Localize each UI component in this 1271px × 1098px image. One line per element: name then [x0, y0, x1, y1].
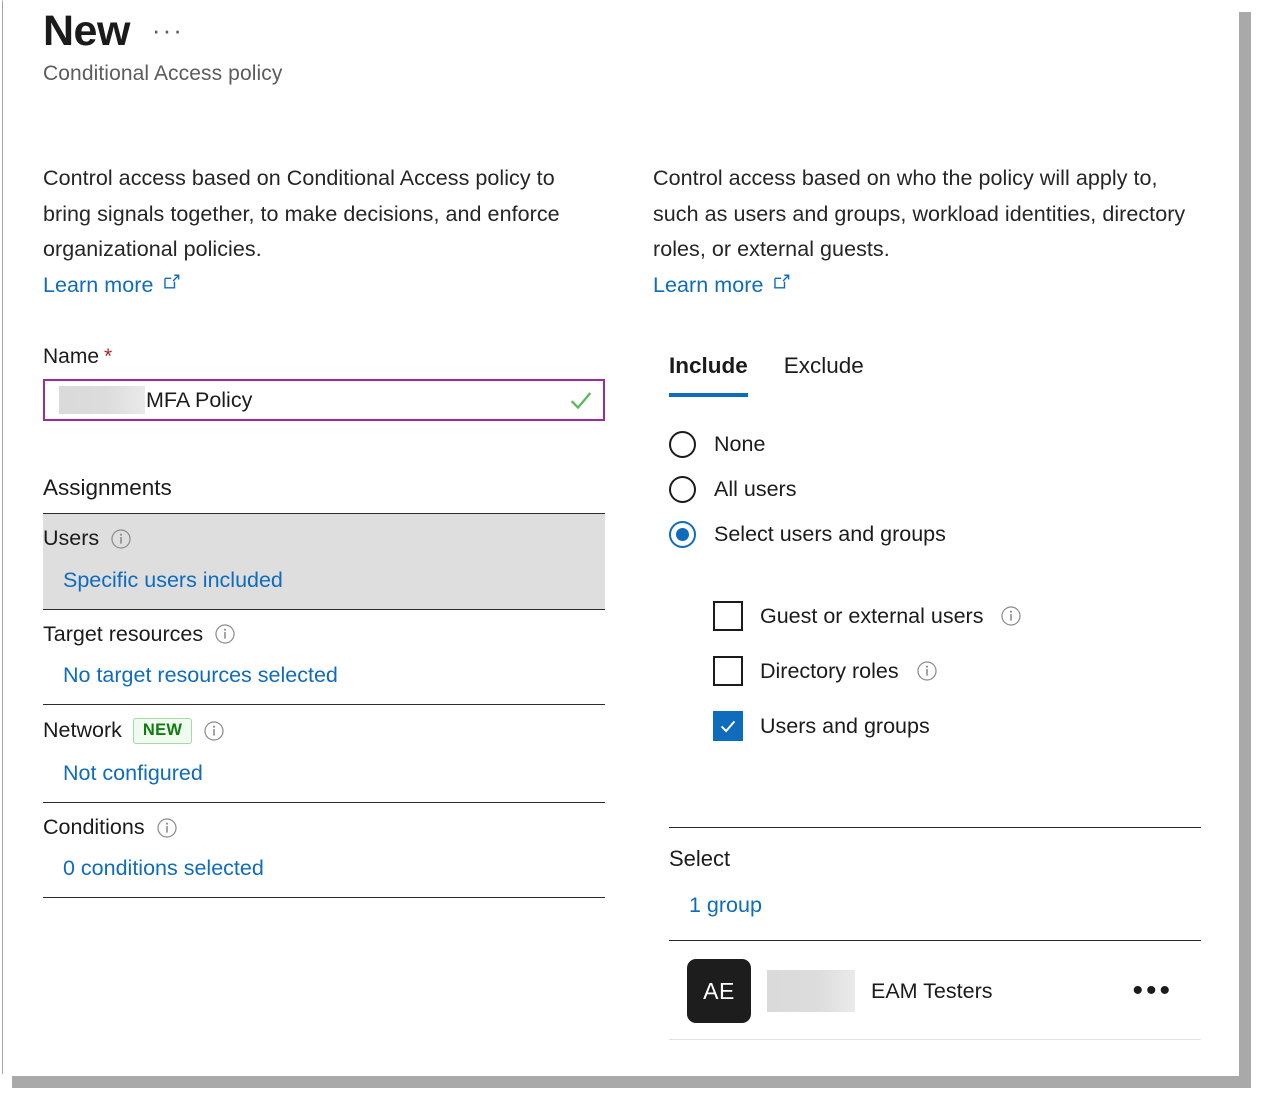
info-icon[interactable] [203, 720, 225, 742]
checkbox-label: Directory roles [760, 659, 899, 684]
panel-shadow-bottom [12, 1076, 1251, 1088]
assignments-bottom-divider [43, 897, 605, 898]
name-label: Name* [43, 345, 605, 369]
right-learn-more-label: Learn more [653, 268, 763, 304]
checkbox-icon-checked[interactable] [713, 711, 743, 741]
checkbox-icon[interactable] [713, 601, 743, 631]
assignment-label: Conditions [43, 816, 145, 840]
include-exclude-tabs: Include Exclude [669, 353, 864, 397]
external-link-icon [162, 268, 181, 304]
assignment-value-link[interactable]: Not configured [63, 761, 605, 786]
assignment-label: Users [43, 527, 99, 551]
radio-label: None [714, 432, 765, 457]
radio-icon[interactable] [669, 431, 696, 458]
left-description: Control access based on Conditional Acce… [43, 161, 605, 303]
info-icon[interactable] [1000, 605, 1022, 627]
external-link-icon [772, 268, 791, 304]
group-redaction-block [767, 970, 855, 1012]
info-icon[interactable] [156, 817, 178, 839]
avatar: AE [687, 959, 751, 1023]
assignment-label: Target resources [43, 623, 203, 647]
radio-label: All users [714, 477, 796, 502]
info-icon[interactable] [916, 660, 938, 682]
left-column: Control access based on Conditional Acce… [43, 161, 605, 303]
assignment-row-network[interactable]: Network NEW Not configured [43, 704, 605, 802]
required-asterisk: * [104, 345, 112, 368]
page-title: New [43, 9, 130, 54]
assignment-row-users[interactable]: Users Specific users included [43, 513, 605, 609]
tab-include[interactable]: Include [669, 353, 748, 397]
valid-check-icon [567, 386, 595, 414]
name-label-text: Name [43, 345, 99, 368]
checkbox-label: Users and groups [760, 714, 930, 739]
assignment-row-target-resources[interactable]: Target resources No target resources sel… [43, 609, 605, 705]
checkbox-option-guest-or-external-users[interactable]: Guest or external users [713, 601, 1022, 631]
tab-exclude[interactable]: Exclude [784, 353, 864, 397]
info-icon[interactable] [214, 623, 236, 645]
blade-header: New ··· Conditional Access policy [43, 9, 282, 86]
left-learn-more-link[interactable]: Learn more [43, 268, 181, 304]
left-learn-more-label: Learn more [43, 268, 153, 304]
right-description: Control access based on who the policy w… [653, 161, 1201, 303]
more-options-button[interactable]: ··· [152, 17, 184, 43]
panel-shadow-right [1239, 10, 1251, 1088]
assignments-heading: Assignments [43, 475, 605, 513]
assignments-section: Assignments Users Specific users include… [43, 475, 605, 898]
name-input-value: MFA Policy [146, 388, 252, 413]
checkbox-icon[interactable] [713, 656, 743, 686]
assignment-row-header: Users [43, 527, 605, 551]
assignment-row-header: Conditions [43, 816, 605, 840]
info-icon[interactable] [110, 528, 132, 550]
radio-icon[interactable] [669, 476, 696, 503]
checkbox-option-users-and-groups[interactable]: Users and groups [713, 711, 1022, 741]
panel-shadow-corner [1239, 0, 1251, 12]
scope-radio-group: None All users Select users and groups [669, 431, 946, 566]
assignment-value-link[interactable]: 0 conditions selected [63, 856, 605, 881]
checkbox-label: Guest or external users [760, 604, 983, 629]
assignment-row-header: Target resources [43, 623, 605, 647]
right-learn-more-link[interactable]: Learn more [653, 268, 791, 304]
name-field-block: Name* MFA Policy [43, 345, 605, 421]
assignment-value-link[interactable]: Specific users included [63, 568, 605, 593]
select-section: Select 1 group AE EAM Testers ••• [669, 827, 1201, 1040]
list-item[interactable]: AE EAM Testers ••• [669, 941, 1201, 1040]
new-badge: NEW [133, 718, 192, 744]
blade-subtitle: Conditional Access policy [43, 62, 282, 86]
name-input[interactable]: MFA Policy [43, 379, 605, 421]
select-group-count-link[interactable]: 1 group [689, 893, 1201, 940]
scope-checkbox-group: Guest or external users Directory roles [713, 601, 1022, 766]
checkbox-option-directory-roles[interactable]: Directory roles [713, 656, 1022, 686]
assignment-value-link[interactable]: No target resources selected [63, 663, 605, 688]
assignment-row-header: Network NEW [43, 718, 605, 744]
radio-option-all-users[interactable]: All users [669, 476, 946, 503]
selected-groups-list: AE EAM Testers ••• [669, 940, 1201, 1040]
left-description-text: Control access based on Conditional Acce… [43, 166, 560, 261]
blade-panel: New ··· Conditional Access policy Contro… [2, 0, 1239, 1074]
radio-option-none[interactable]: None [669, 431, 946, 458]
assignment-label: Network [43, 719, 122, 743]
row-more-options-button[interactable]: ••• [1132, 982, 1173, 1000]
name-redaction-block [59, 386, 145, 414]
radio-option-select-users-and-groups[interactable]: Select users and groups [669, 521, 946, 548]
radio-label: Select users and groups [714, 522, 946, 547]
group-name: EAM Testers [871, 979, 992, 1004]
right-column: Control access based on who the policy w… [653, 161, 1201, 303]
radio-icon-checked[interactable] [669, 521, 696, 548]
select-heading: Select [669, 828, 1201, 872]
right-description-text: Control access based on who the policy w… [653, 166, 1185, 261]
title-row: New ··· [43, 9, 282, 54]
assignment-row-conditions[interactable]: Conditions 0 conditions selected [43, 802, 605, 898]
